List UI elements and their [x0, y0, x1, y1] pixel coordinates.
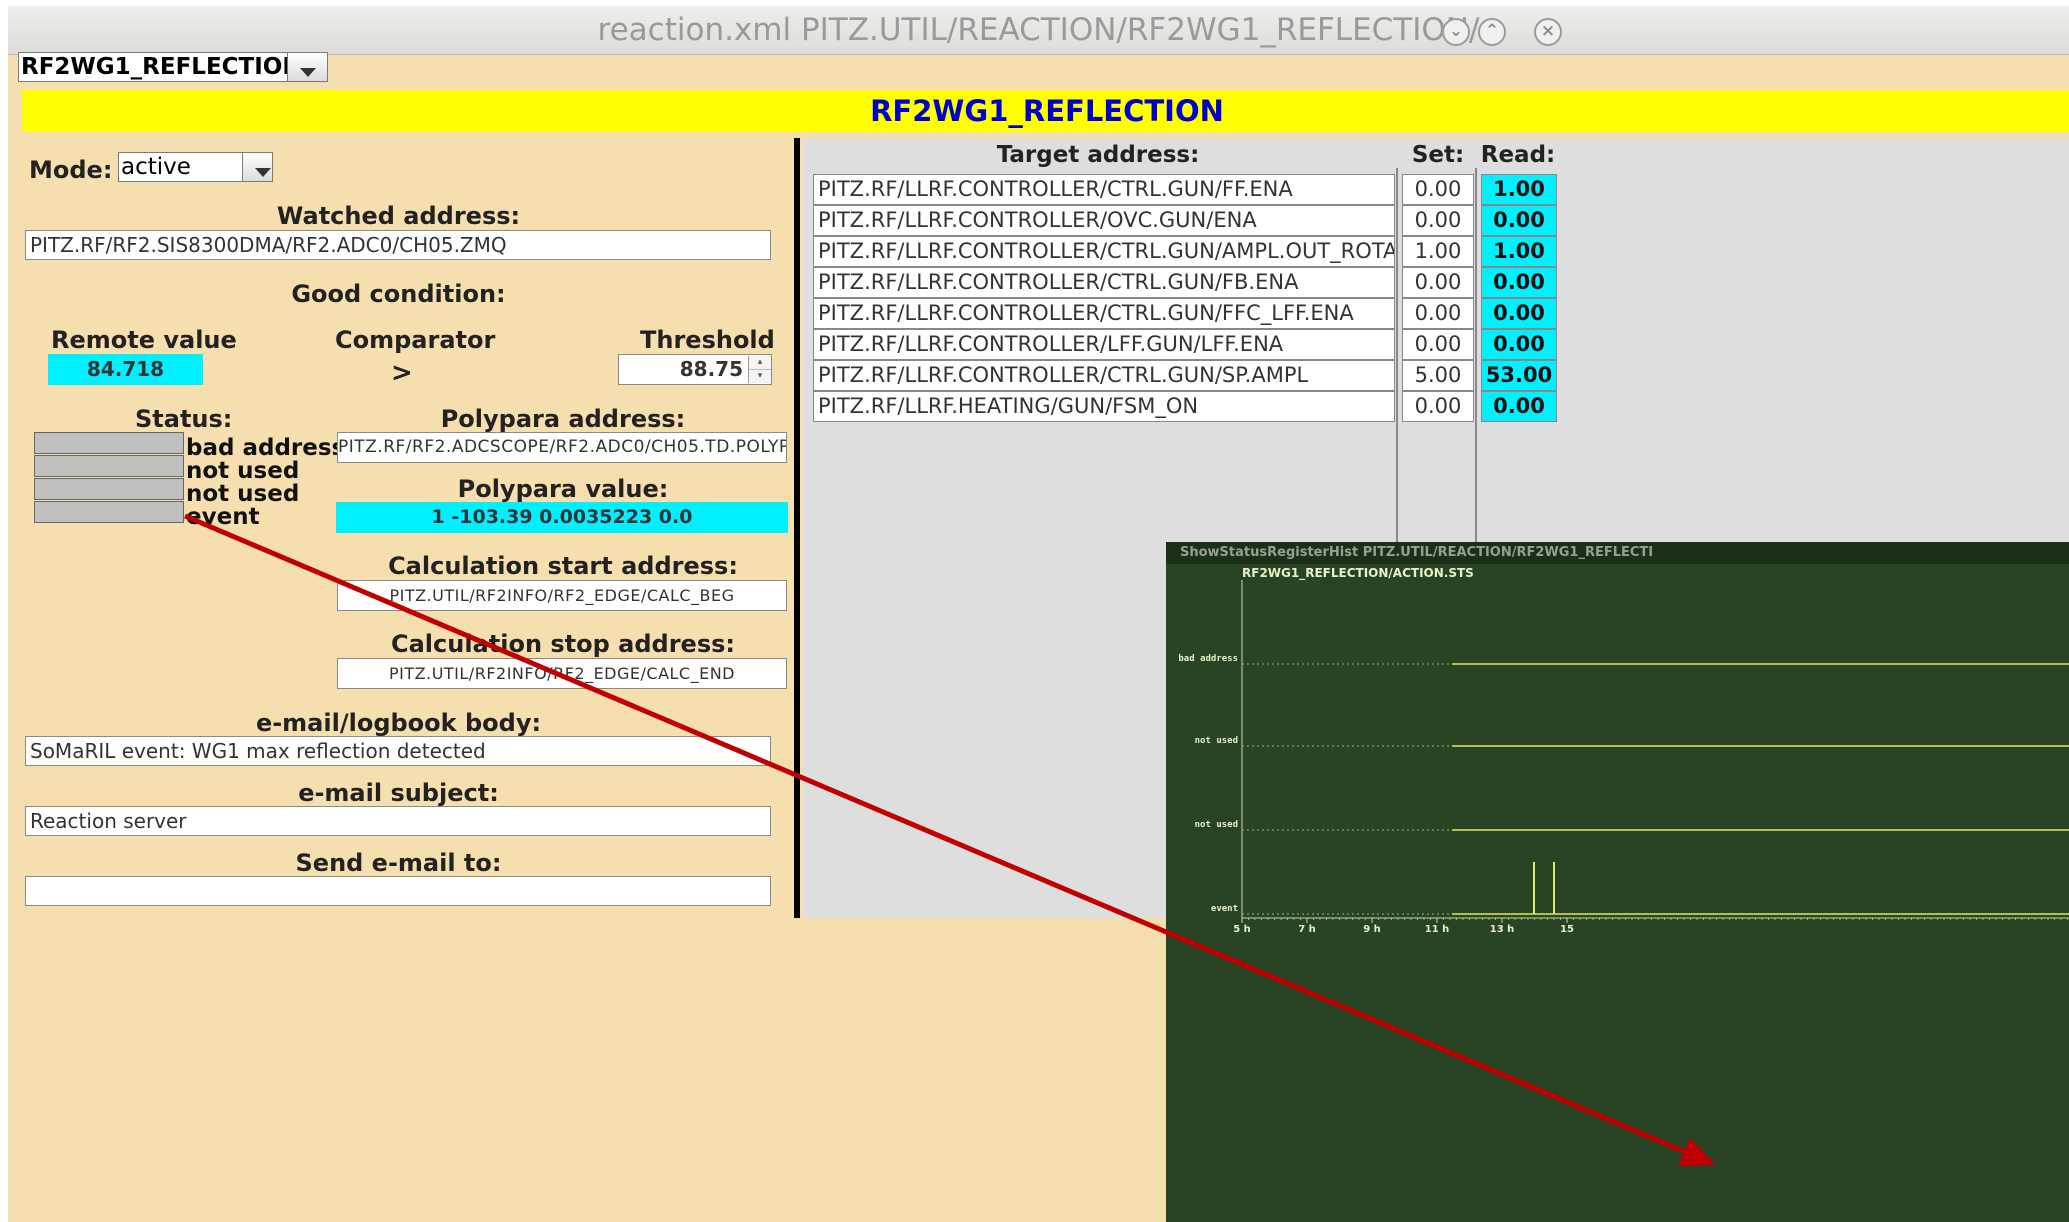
window-title: reaction.xml PITZ.UTIL/REACTION/RF2WG1_R…	[597, 12, 1480, 48]
spinner-down-icon[interactable]: ▾	[748, 370, 771, 383]
set-value-cell[interactable]: 5.00	[1402, 360, 1474, 391]
polypara-address-label: Polypara address:	[440, 405, 686, 433]
watched-address-label: Watched address:	[276, 202, 521, 230]
chevron-down-icon[interactable]	[242, 153, 272, 181]
polypara-address-field[interactable]: PITZ.RF/RF2.ADCSCOPE/RF2.ADC0/CH05.TD.PO…	[337, 432, 787, 463]
target-address-header: Target address:	[996, 142, 1200, 168]
send-to-field[interactable]	[25, 876, 771, 906]
set-value-cell[interactable]: 0.00	[1402, 205, 1474, 236]
panel-divider[interactable]	[794, 138, 800, 918]
read-value-cell: 0.00	[1481, 329, 1557, 360]
close-icon[interactable]: ×	[1534, 18, 1562, 46]
polypara-value: 1 -103.39 0.0035223 0.0	[336, 502, 788, 533]
read-value-cell: 53.00	[1481, 360, 1557, 391]
spinner-up-icon[interactable]: ▴	[748, 356, 771, 370]
status-history-chart: bad address not used not used event 5 h 7 h 9 …	[1178, 580, 2069, 935]
maximize-icon[interactable]: ⌃	[1478, 18, 1506, 46]
remote-value: 84.718	[48, 354, 203, 385]
mode-select-value: active	[121, 154, 191, 180]
calc-start-label: Calculation start address:	[388, 552, 738, 580]
remote-value-label: Remote value	[51, 326, 237, 354]
reaction-select[interactable]: RF2WG1_REFLECTION	[18, 52, 328, 82]
set-value-cell[interactable]: 0.00	[1402, 329, 1474, 360]
set-value-cell[interactable]: 1.00	[1402, 236, 1474, 267]
email-subject-field[interactable]: Reaction server	[25, 806, 771, 836]
comparator-value: >	[391, 358, 413, 388]
history-x-tick-label: 13 h	[1490, 924, 1515, 935]
target-address-cell[interactable]: PITZ.RF/LLRF.CONTROLLER/OVC.GUN/ENA	[813, 205, 1395, 236]
read-value-cell: 0.00	[1481, 267, 1557, 298]
reaction-banner: RF2WG1_REFLECTION	[22, 90, 2069, 132]
status-label: Status:	[135, 405, 233, 433]
read-value-cell: 0.00	[1481, 205, 1557, 236]
mode-select[interactable]: active	[118, 152, 273, 182]
status-indicator-event	[34, 501, 184, 523]
target-address-cell[interactable]: PITZ.RF/LLRF.CONTROLLER/CTRL.GUN/AMPL.OU…	[813, 236, 1395, 267]
set-value-cell[interactable]: 0.00	[1402, 391, 1474, 422]
read-value-cell: 1.00	[1481, 236, 1557, 267]
send-to-label: Send e-mail to:	[295, 849, 502, 877]
email-subject-label: e-mail subject:	[298, 779, 499, 807]
reaction-window: reaction.xml PITZ.UTIL/REACTION/RF2WG1_R…	[8, 6, 2069, 1222]
target-address-cell[interactable]: PITZ.RF/LLRF.CONTROLLER/CTRL.GUN/FF.ENA	[813, 174, 1395, 205]
target-address-cell[interactable]: PITZ.RF/LLRF.CONTROLLER/LFF.GUN/LFF.ENA	[813, 329, 1395, 360]
threshold-label: Threshold	[640, 326, 775, 354]
history-x-tick-label: 15	[1560, 924, 1574, 935]
status-indicator-bad-address	[34, 432, 184, 454]
email-body-label: e-mail/logbook body:	[255, 709, 542, 737]
set-header: Set:	[1411, 142, 1465, 168]
status-history-window[interactable]: ShowStatusRegisterHist PITZ.UTIL/REACTIO…	[1166, 542, 2069, 1222]
read-header: Read:	[1480, 142, 1556, 168]
history-x-tick-label: 9 h	[1363, 924, 1381, 935]
watched-address-field[interactable]: PITZ.RF/RF2.SIS8300DMA/RF2.ADC0/CH05.ZMQ	[25, 230, 771, 260]
history-lane-label: not used	[1195, 736, 1238, 746]
target-address-cell[interactable]: PITZ.RF/LLRF.CONTROLLER/CTRL.GUN/FB.ENA	[813, 267, 1395, 298]
history-x-tick-label: 11 h	[1425, 924, 1450, 935]
status-label-event: event	[186, 504, 260, 530]
set-value-cell[interactable]: 0.00	[1402, 267, 1474, 298]
email-body-field[interactable]: SoMaRIL event: WG1 max reflection detect…	[25, 736, 771, 766]
read-value-cell: 0.00	[1481, 298, 1557, 329]
good-condition-label: Good condition:	[291, 280, 506, 308]
chevron-down-icon[interactable]	[287, 53, 327, 81]
set-value-cell[interactable]: 0.00	[1402, 174, 1474, 205]
calc-stop-field[interactable]: PITZ.UTIL/RF2INFO/RF2_EDGE/CALC_END	[337, 658, 787, 689]
history-x-tick-label: 5 h	[1233, 924, 1251, 935]
threshold-value: 88.75	[679, 357, 743, 381]
history-x-tick-label: 7 h	[1298, 924, 1316, 935]
minimize-icon[interactable]: ⌄	[1442, 18, 1470, 46]
history-lane-label: not used	[1195, 820, 1238, 830]
set-value-cell[interactable]: 0.00	[1402, 298, 1474, 329]
reaction-select-value: RF2WG1_REFLECTION	[21, 54, 302, 80]
target-address-cell[interactable]: PITZ.RF/LLRF.CONTROLLER/CTRL.GUN/FFC_LFF…	[813, 298, 1395, 329]
comparator-label: Comparator	[335, 326, 496, 354]
mode-label: Mode:	[29, 156, 113, 184]
calc-stop-label: Calculation stop address:	[390, 630, 735, 658]
history-lane-label: bad address	[1178, 654, 1238, 664]
polypara-value-label: Polypara value:	[457, 475, 669, 503]
history-lane-label: event	[1211, 904, 1238, 914]
target-address-cell[interactable]: PITZ.RF/LLRF.CONTROLLER/CTRL.GUN/SP.AMPL	[813, 360, 1395, 391]
read-value-cell: 0.00	[1481, 391, 1557, 422]
status-indicator-not-used-1	[34, 455, 184, 477]
title-bar: reaction.xml PITZ.UTIL/REACTION/RF2WG1_R…	[8, 6, 2069, 55]
calc-start-field[interactable]: PITZ.UTIL/RF2INFO/RF2_EDGE/CALC_BEG	[337, 580, 787, 611]
target-address-cell[interactable]: PITZ.RF/LLRF.HEATING/GUN/FSM_ON	[813, 391, 1395, 422]
read-value-cell: 1.00	[1481, 174, 1557, 205]
status-indicator-not-used-2	[34, 478, 184, 500]
